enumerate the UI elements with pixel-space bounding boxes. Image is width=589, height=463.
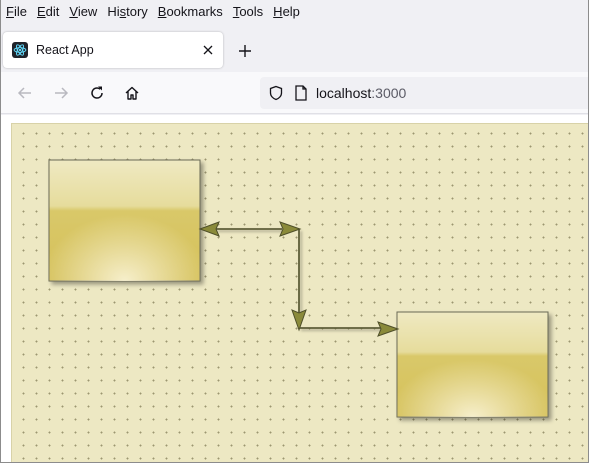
connector-end-arrowhead — [377, 321, 400, 337]
tab-react-app[interactable]: React App — [3, 32, 223, 68]
close-icon[interactable] — [199, 41, 217, 59]
url-bar[interactable]: localhost:3000 — [260, 77, 588, 109]
diagram-node-1[interactable] — [48, 159, 201, 282]
navigation-toolbar: localhost:3000 — [1, 72, 588, 114]
reload-icon[interactable] — [84, 81, 110, 105]
plus-icon[interactable] — [234, 40, 256, 62]
diagram-canvas[interactable] — [11, 123, 588, 462]
menu-file[interactable]: File — [6, 4, 27, 19]
url-port: :3000 — [371, 85, 407, 101]
browser-window: File Edit View History Bookmarks Tools H… — [0, 0, 589, 463]
connector-start-arrowhead — [198, 221, 220, 237]
home-icon[interactable] — [119, 81, 145, 105]
diagram-node-2[interactable] — [396, 311, 549, 418]
menu-bookmarks[interactable]: Bookmarks — [158, 4, 223, 19]
back-arrow-icon[interactable] — [12, 81, 38, 105]
menu-bar: File Edit View History Bookmarks Tools H… — [1, 0, 588, 22]
react-logo-icon — [12, 42, 28, 58]
connector-bend-arrowhead-1 — [279, 221, 302, 237]
forward-arrow-icon[interactable] — [48, 81, 74, 105]
tab-bar: React App — [1, 22, 588, 72]
page-content — [1, 115, 588, 462]
diagram-svg — [48, 159, 549, 418]
page-icon — [294, 85, 308, 101]
shield-icon[interactable] — [268, 85, 284, 101]
url-text[interactable]: localhost:3000 — [316, 85, 406, 101]
url-host: localhost — [316, 85, 372, 101]
menu-history[interactable]: History — [107, 4, 147, 19]
tab-title: React App — [36, 43, 94, 57]
menu-view[interactable]: View — [69, 4, 97, 19]
connector-bend-arrowhead-2 — [291, 309, 307, 332]
menu-edit[interactable]: Edit — [37, 4, 59, 19]
menu-tools[interactable]: Tools — [233, 4, 263, 19]
menu-help[interactable]: Help — [273, 4, 300, 19]
